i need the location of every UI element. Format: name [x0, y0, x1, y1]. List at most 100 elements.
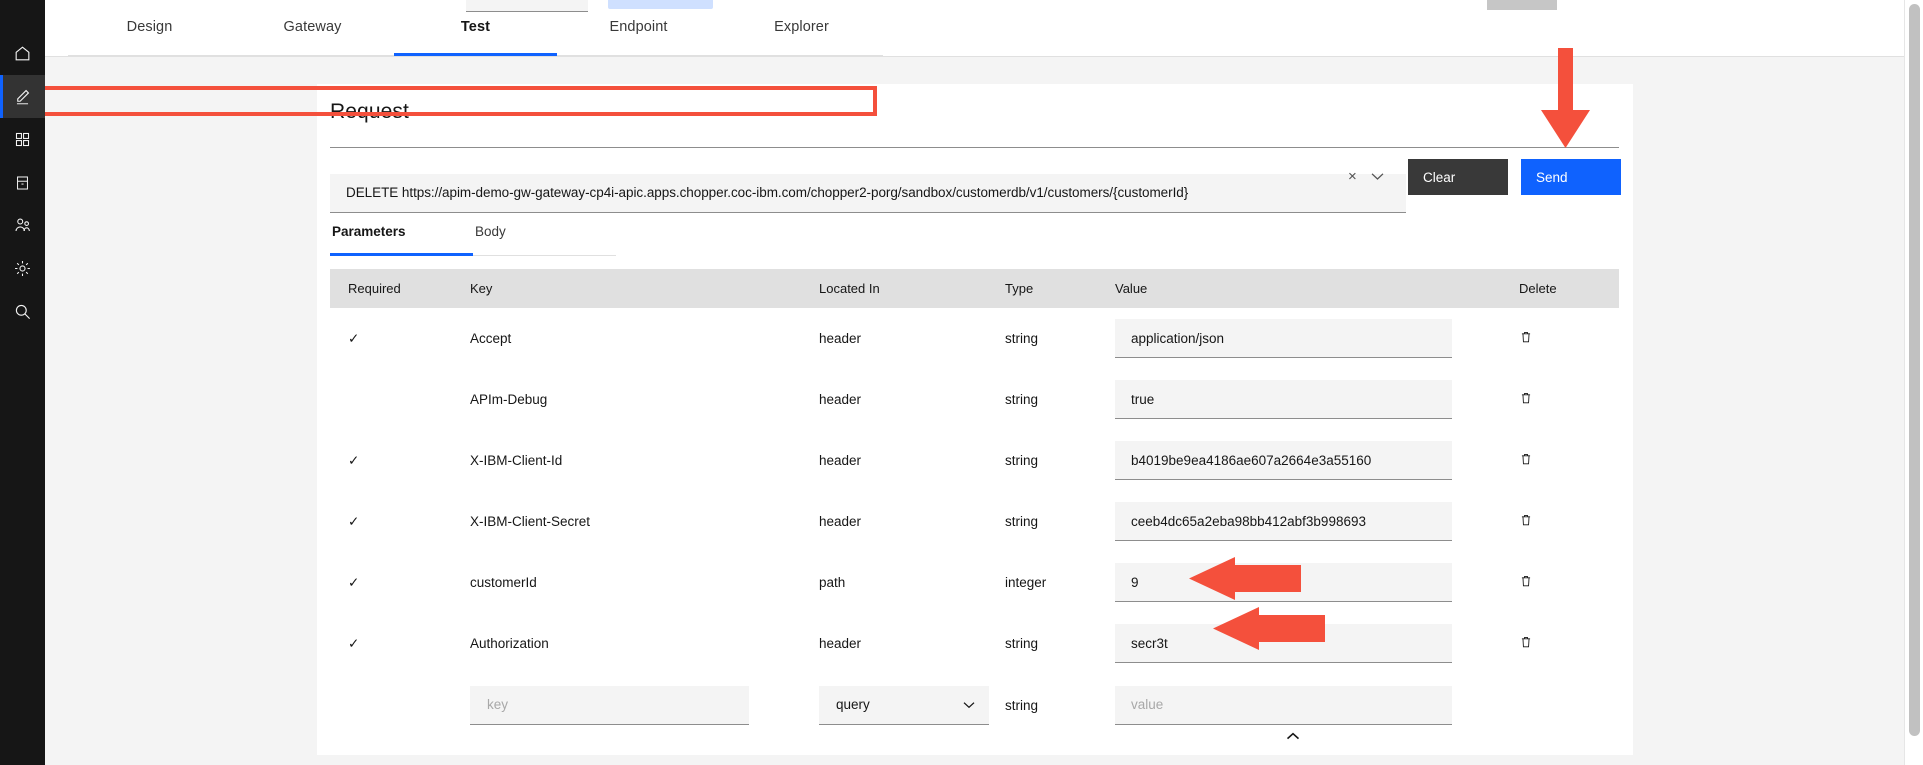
- sidebar-item-products[interactable]: [0, 118, 45, 161]
- param-type: string: [1005, 331, 1039, 346]
- app-window: Design Gateway Test Endpoint Explorer Re…: [0, 0, 1923, 765]
- tab-parameters[interactable]: Parameters: [330, 224, 473, 256]
- request-title: Request: [330, 100, 409, 123]
- clear-button[interactable]: Clear: [1408, 159, 1508, 195]
- param-located-in: header: [819, 514, 862, 529]
- new-param-key-placeholder: key: [487, 697, 509, 712]
- users-icon: [13, 216, 33, 235]
- param-value-input[interactable]: secr3t: [1115, 624, 1452, 663]
- tab-gateway[interactable]: Gateway: [231, 18, 394, 56]
- new-param-key-input[interactable]: key: [470, 685, 749, 725]
- sidebar-item-members[interactable]: [0, 204, 45, 247]
- table-row: ✓ customerId path integer 9: [330, 552, 1619, 613]
- param-key: customerId: [470, 575, 537, 590]
- param-value-input[interactable]: true: [1115, 380, 1452, 419]
- trash-icon[interactable]: [1519, 451, 1533, 470]
- gear-icon: [13, 259, 32, 278]
- param-located-in: header: [819, 453, 862, 468]
- param-type: string: [1005, 514, 1039, 529]
- param-located-in: path: [819, 575, 846, 590]
- table-header-row: Required Key Located In Type Value Delet…: [330, 269, 1619, 308]
- trash-icon[interactable]: [1519, 512, 1533, 531]
- scrollbar-thumb[interactable]: [1909, 4, 1920, 736]
- tab-explorer[interactable]: Explorer: [720, 18, 883, 56]
- param-key: Authorization: [470, 636, 549, 651]
- tab-design[interactable]: Design: [68, 18, 231, 56]
- required-check-icon: ✓: [348, 513, 360, 529]
- param-type: string: [1005, 392, 1039, 407]
- table-row: ✓ X-IBM-Client-Secret header string ceeb…: [330, 491, 1619, 552]
- home-icon: [13, 44, 32, 63]
- tab-test[interactable]: Test: [394, 18, 557, 56]
- param-value-input[interactable]: b4019be9ea4186ae607a2664e3a55160: [1115, 441, 1452, 480]
- column-header-type: Type: [1005, 281, 1034, 296]
- api-tabs: Design Gateway Test Endpoint Explorer: [68, 18, 883, 56]
- page-scrollbar[interactable]: [1905, 0, 1923, 765]
- param-key: X-IBM-Client-Id: [470, 453, 563, 468]
- sidebar-item-home[interactable]: [0, 32, 45, 75]
- param-value-text: ceeb4dc65a2eba98bb412abf3b998693: [1131, 513, 1366, 529]
- send-button[interactable]: Send: [1521, 159, 1621, 195]
- param-value-input[interactable]: 9: [1115, 563, 1452, 602]
- clear-url-icon[interactable]: ×: [1348, 169, 1357, 184]
- required-check-icon: ✓: [348, 635, 360, 651]
- new-parameter-row: key query string value: [330, 674, 1619, 736]
- param-value-text: b4019be9ea4186ae607a2664e3a55160: [1131, 452, 1372, 468]
- param-located-in: header: [819, 331, 862, 346]
- param-type: string: [1005, 636, 1039, 651]
- param-located-in: header: [819, 636, 862, 651]
- required-check-icon: ✓: [348, 330, 360, 346]
- trash-icon[interactable]: [1519, 634, 1533, 653]
- new-param-type: string: [1005, 697, 1039, 713]
- required-check-icon: ✓: [348, 452, 360, 468]
- column-header-required: Required: [348, 281, 401, 296]
- search-icon: [13, 302, 32, 321]
- collapse-section-chevron-icon[interactable]: [1286, 728, 1300, 746]
- parameters-table: Required Key Located In Type Value Delet…: [330, 269, 1619, 736]
- column-header-value: Value: [1115, 281, 1148, 296]
- chevron-down-icon: [963, 697, 975, 712]
- new-param-value-input[interactable]: value: [1115, 685, 1452, 725]
- tab-endpoint[interactable]: Endpoint: [557, 18, 720, 56]
- column-header-key: Key: [470, 281, 493, 296]
- sidebar-item-catalogs[interactable]: [0, 161, 45, 204]
- column-header-delete: Delete: [1519, 281, 1557, 296]
- param-value-input[interactable]: application/json: [1115, 319, 1452, 358]
- required-check-icon: ✓: [348, 574, 360, 590]
- param-key: X-IBM-Client-Secret: [470, 514, 591, 529]
- server-icon: [14, 174, 31, 192]
- sidebar-item-search[interactable]: [0, 290, 45, 333]
- title-divider: [330, 147, 1619, 148]
- new-param-located-in-value: query: [836, 697, 870, 712]
- trash-icon[interactable]: [1519, 329, 1533, 348]
- request-url-text: DELETE https://apim-demo-gw-gateway-cp4i…: [346, 185, 1189, 200]
- trash-icon[interactable]: [1519, 573, 1533, 592]
- request-subtabs: Parameters Body: [330, 224, 616, 256]
- grid-icon: [14, 131, 31, 148]
- new-param-located-in-select[interactable]: query: [819, 685, 989, 725]
- partial-toolbar-chip: [1487, 0, 1557, 10]
- param-value-text: 9: [1131, 574, 1139, 590]
- param-value-text: secr3t: [1131, 635, 1168, 651]
- column-header-located-in: Located In: [819, 281, 880, 296]
- tab-body[interactable]: Body: [473, 224, 616, 256]
- left-nav-rail: [0, 0, 45, 765]
- trash-icon[interactable]: [1519, 390, 1533, 409]
- sidebar-item-design[interactable]: [0, 75, 45, 118]
- param-value-text: application/json: [1131, 330, 1225, 346]
- param-value-text: true: [1131, 391, 1155, 407]
- param-type: integer: [1005, 575, 1047, 590]
- url-history-chevron-icon[interactable]: [1371, 168, 1384, 186]
- param-located-in: header: [819, 392, 862, 407]
- param-value-input[interactable]: ceeb4dc65a2eba98bb412abf3b998693: [1115, 502, 1452, 541]
- param-type: string: [1005, 453, 1039, 468]
- param-key: Accept: [470, 331, 512, 346]
- partial-toolbar-field: [466, 0, 588, 12]
- table-row: APIm-Debug header string true: [330, 369, 1619, 430]
- table-row: ✓ Authorization header string secr3t: [330, 613, 1619, 674]
- partial-toolbar-button: [608, 0, 713, 9]
- sidebar-item-settings[interactable]: [0, 247, 45, 290]
- request-url-input[interactable]: DELETE https://apim-demo-gw-gateway-cp4i…: [330, 174, 1406, 213]
- new-param-value-placeholder: value: [1131, 697, 1164, 712]
- param-key: APIm-Debug: [470, 392, 548, 407]
